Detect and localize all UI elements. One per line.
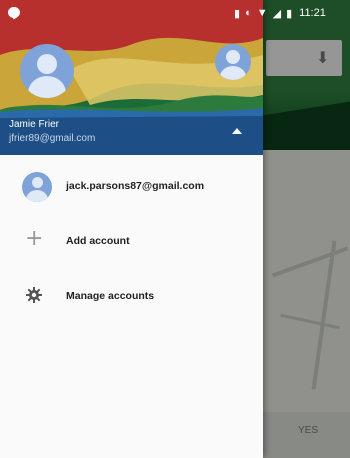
account-list-email: jack.parsons87@gmail.com xyxy=(66,180,205,192)
battery-icon: ▮ xyxy=(286,7,293,20)
vibrate-icon: ▮ xyxy=(234,7,241,20)
add-account-item[interactable]: + Add account xyxy=(0,219,263,263)
signal-icon: ◢ xyxy=(272,7,282,20)
account-email: jfrier89@gmail.com xyxy=(9,133,96,144)
chevron-up-icon[interactable] xyxy=(232,128,242,134)
avatar-icon xyxy=(22,172,52,202)
avatar-head xyxy=(32,177,43,188)
status-bar: ▮ ◐ ▼ ◢ ▮ 11:21 xyxy=(0,0,350,26)
manage-accounts-item[interactable]: Manage accounts xyxy=(0,273,263,317)
avatar-head xyxy=(226,50,240,64)
account-list-item[interactable]: jack.parsons87@gmail.com xyxy=(0,165,263,209)
clock: 11:21 xyxy=(299,7,326,19)
gear-icon xyxy=(26,287,42,303)
status-icons: ▮ ◐ ▼ ◢ ▮ 11:21 xyxy=(234,6,326,20)
account-name: Jamie Frier xyxy=(9,119,60,130)
avatar-head xyxy=(37,54,57,74)
add-account-label: Add account xyxy=(66,235,130,247)
plus-icon: + xyxy=(25,226,44,251)
wifi-icon: ▼ xyxy=(256,7,268,19)
avatar-body xyxy=(26,190,48,202)
avatar-body xyxy=(28,76,66,98)
avatar-body xyxy=(220,66,246,80)
account-drawer: Jamie Frier jfrier89@gmail.com jack.pars… xyxy=(0,0,263,458)
sync-icon: ◐ xyxy=(245,7,252,19)
current-account-avatar[interactable] xyxy=(20,44,74,98)
hangouts-icon xyxy=(8,7,20,20)
manage-accounts-label: Manage accounts xyxy=(66,290,155,302)
secondary-account-avatar[interactable] xyxy=(215,44,251,80)
